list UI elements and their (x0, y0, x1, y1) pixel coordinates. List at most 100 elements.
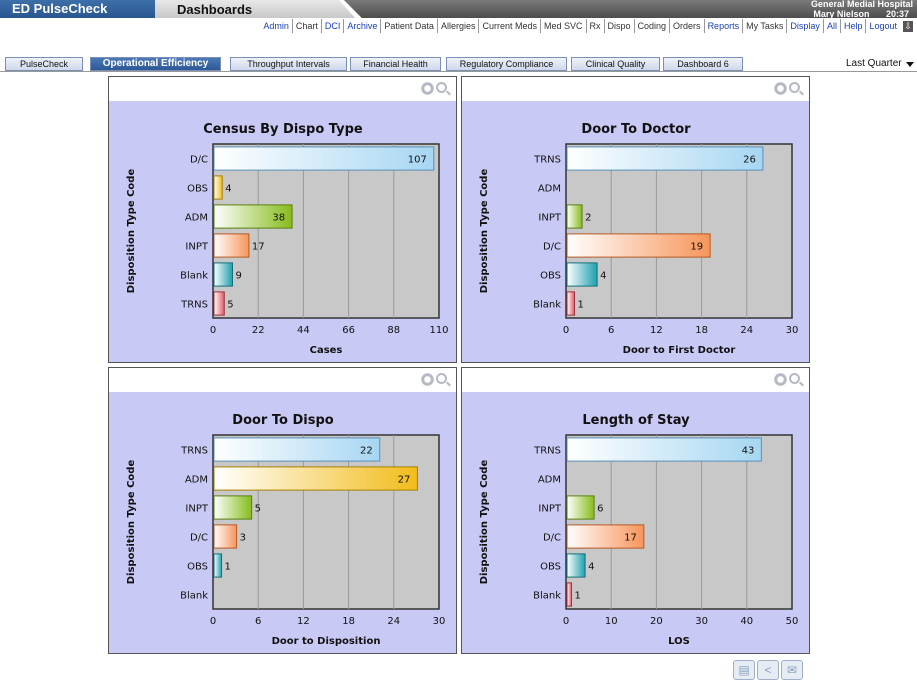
bar[interactable] (566, 437, 762, 462)
bar[interactable] (213, 175, 223, 200)
category-label: TRNS (533, 446, 561, 457)
x-axis-label: Door to First Doctor (623, 345, 736, 356)
print-icon[interactable]: ▤ (733, 660, 755, 680)
category-label: ADM (538, 475, 561, 486)
x-tick-label: 66 (342, 325, 355, 336)
data-label: 3 (240, 533, 246, 544)
bar[interactable] (213, 495, 253, 520)
data-label: 4 (225, 184, 231, 195)
data-label: 19 (690, 242, 703, 253)
nav-link-help[interactable]: Help (841, 19, 867, 33)
category-label: OBS (187, 562, 208, 573)
data-label: 4 (600, 271, 606, 282)
x-tick-label: 6 (608, 325, 614, 336)
share-icon[interactable]: < (757, 660, 779, 680)
period-select[interactable]: Last Quarter (846, 58, 914, 69)
nav-link-reports[interactable]: Reports (705, 19, 744, 33)
category-label: D/C (543, 242, 561, 253)
data-label: 26 (743, 155, 756, 166)
nav-link-my-tasks[interactable]: My Tasks (743, 19, 788, 33)
chart-length-of-stay: Length of Stay Disposition Type Code 0 10 20… (479, 413, 798, 647)
data-label: 43 (742, 446, 755, 457)
nav-link-orders[interactable]: Orders (670, 19, 705, 33)
bar[interactable] (213, 146, 435, 171)
category-label: INPT (185, 242, 208, 253)
toolbar-links: Admin Chart DCI Archive Patient Data Allergie… (260, 19, 913, 33)
data-label: 4 (588, 562, 594, 573)
download-icon[interactable]: ⇩ (903, 20, 913, 32)
bar[interactable] (213, 291, 225, 316)
bar[interactable] (213, 262, 233, 287)
nav-link-admin[interactable]: Admin (260, 19, 293, 33)
chart-panel-length-of-stay: Length of Stay Disposition Type Code 0 10 20… (461, 367, 810, 654)
x-tick-label: 30 (433, 616, 446, 627)
tab-clinical-quality[interactable]: Clinical Quality (571, 57, 660, 71)
section-title: Dashboards (155, 0, 355, 18)
bar[interactable] (213, 466, 418, 491)
nav-link-patient-data[interactable]: Patient Data (381, 19, 438, 33)
x-tick-label: 0 (563, 325, 569, 336)
nav-link-dci[interactable]: DCI (322, 19, 345, 33)
x-axis-label: LOS (668, 636, 690, 647)
bar[interactable] (566, 262, 598, 287)
data-label: 6 (597, 504, 603, 515)
category-label: TRNS (533, 155, 561, 166)
x-tick-label: 0 (210, 325, 216, 336)
clock-time: 20:37 (885, 9, 909, 19)
bar[interactable] (213, 553, 223, 578)
x-tick-label: 88 (387, 325, 400, 336)
x-tick-label: 0 (563, 616, 569, 627)
category-label: ADM (185, 213, 208, 224)
nav-link-coding[interactable]: Coding (635, 19, 671, 33)
bar[interactable] (566, 582, 573, 607)
x-tick-label: 44 (297, 325, 310, 336)
chart-panel-door-to-dispo: Door To Dispo Disposition Type Code 0 6 12 18… (108, 367, 457, 654)
tab-financial-health[interactable]: Financial Health (350, 57, 441, 71)
bar[interactable] (566, 146, 764, 171)
nav-link-archive[interactable]: Archive (344, 19, 382, 33)
bar[interactable] (566, 291, 576, 316)
x-tick-label: 12 (650, 325, 663, 336)
nav-link-dispo[interactable]: Dispo (605, 19, 635, 33)
bar[interactable] (566, 233, 711, 258)
bar[interactable] (213, 524, 238, 549)
email-icon[interactable]: ✉ (781, 660, 803, 680)
x-tick-label: 24 (387, 616, 400, 627)
data-label: 1 (578, 300, 584, 311)
nav-link-display[interactable]: Display (787, 19, 824, 33)
bar[interactable] (213, 437, 381, 462)
x-tick-label: 24 (740, 325, 753, 336)
nav-link-logout[interactable]: Logout (866, 19, 900, 33)
chart-title: Census By Dispo Type (203, 122, 363, 137)
tab-regulatory-compliance[interactable]: Regulatory Compliance (446, 57, 567, 71)
chart-title: Door To Doctor (581, 122, 691, 137)
data-label: 5 (255, 504, 261, 515)
tab-pulsecheck[interactable]: PulseCheck (5, 57, 83, 71)
nav-link-med-svc[interactable]: Med SVC (541, 19, 587, 33)
x-tick-label: 40 (740, 616, 753, 627)
x-tick-label: 6 (255, 616, 261, 627)
bar[interactable] (566, 553, 586, 578)
chart-door-to-doctor: Door To DoctorDisposition Type Code0 6 12 1… (479, 122, 798, 356)
tab-dashboard-6[interactable]: Dashboard 6 (663, 57, 743, 71)
nav-link-rx[interactable]: Rx (587, 19, 605, 33)
nav-link-all[interactable]: All (824, 19, 841, 33)
data-label: 1 (575, 591, 581, 602)
category-label: INPT (185, 504, 208, 515)
x-tick-label: 22 (252, 325, 265, 336)
nav-link-allergies[interactable]: Allergies (438, 19, 480, 33)
x-tick-label: 20 (650, 616, 663, 627)
category-label: OBS (540, 562, 561, 573)
nav-link-chart[interactable]: Chart (293, 19, 322, 33)
tab-operational-efficiency[interactable]: Operational Efficiency (90, 57, 221, 71)
bar[interactable] (566, 204, 583, 229)
y-axis-label: Disposition Type Code (126, 169, 137, 294)
tab-throughput-intervals[interactable]: Throughput Intervals (230, 57, 347, 71)
x-tick-label: 30 (695, 616, 708, 627)
x-tick-label: 0 (210, 616, 216, 627)
bar[interactable] (566, 495, 595, 520)
bar[interactable] (213, 233, 250, 258)
nav-link-current-meds[interactable]: Current Meds (479, 19, 541, 33)
data-label: 5 (227, 300, 233, 311)
chart-panel-census: Census By Dispo Type Disposition Type Cod… (108, 76, 457, 363)
